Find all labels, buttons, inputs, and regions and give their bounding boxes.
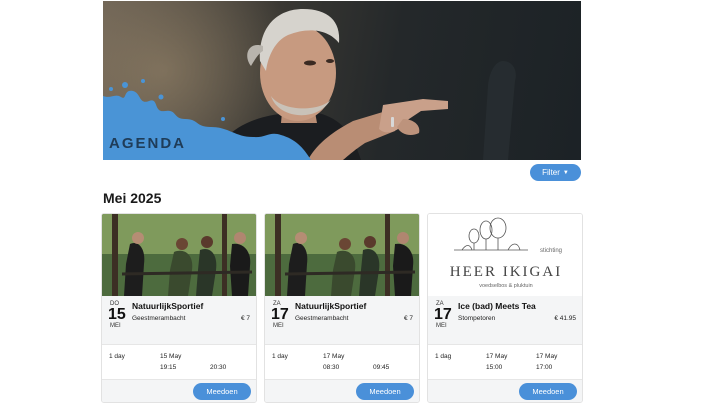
event-day: 15 bbox=[108, 306, 126, 323]
filter-button[interactable]: Filter ▼ bbox=[530, 164, 581, 181]
month-heading: Mei 2025 bbox=[103, 190, 162, 206]
event-title[interactable]: NatuurlijkSportief bbox=[295, 301, 366, 311]
event-end-time: 09:45 bbox=[373, 364, 390, 371]
event-photo bbox=[102, 214, 256, 296]
heer-ikigai-logo: stichting HEER IKIGAI voedselbos & plukt… bbox=[450, 217, 562, 289]
event-schedule: 1 day 15 May 19:15 20:30 bbox=[102, 344, 256, 379]
event-location: Stompetoren bbox=[458, 315, 496, 322]
event-month: MEI bbox=[436, 323, 447, 329]
event-start-time: 08:30 bbox=[323, 364, 340, 371]
event-month: MEI bbox=[110, 323, 121, 329]
event-price: € 7 bbox=[240, 315, 250, 322]
event-price: € 7 bbox=[403, 315, 413, 322]
event-footer: Meedoen bbox=[265, 379, 419, 402]
event-info: ZA 17 MEI NatuurlijkSportief Geestmeramb… bbox=[265, 296, 419, 344]
event-duration: 1 day bbox=[109, 353, 125, 360]
event-card[interactable]: stichting HEER IKIGAI voedselbos & plukt… bbox=[427, 213, 583, 403]
event-info: ZA 17 MEI Ice (bad) Meets Tea Stompetore… bbox=[428, 296, 582, 344]
event-footer: Meedoen bbox=[102, 379, 256, 402]
caret-down-icon: ▼ bbox=[562, 169, 569, 176]
page-title: AGENDA bbox=[109, 135, 187, 152]
filter-label: Filter bbox=[542, 168, 560, 177]
join-button[interactable]: Meedoen bbox=[193, 383, 251, 400]
event-title[interactable]: NatuurlijkSportief bbox=[132, 301, 203, 311]
event-info: DO 15 MEI NatuurlijkSportief Geestmeramb… bbox=[102, 296, 256, 344]
event-day: 17 bbox=[271, 306, 289, 323]
event-end-date: 17 May bbox=[536, 353, 558, 360]
join-button[interactable]: Meedoen bbox=[519, 383, 577, 400]
logo-tagline-text: voedselbos & pluktuin bbox=[479, 283, 533, 289]
event-duration: 1 day bbox=[272, 353, 288, 360]
event-duration: 1 dag bbox=[435, 353, 452, 360]
event-start-time: 19:15 bbox=[160, 364, 177, 371]
event-logo-image: stichting HEER IKIGAI voedselbos & plukt… bbox=[428, 214, 582, 296]
join-button[interactable]: Meedoen bbox=[356, 383, 414, 400]
event-schedule: 1 dag 17 May 17 May 15:00 17:00 bbox=[428, 344, 582, 379]
event-end-time: 17:00 bbox=[536, 364, 553, 371]
event-title[interactable]: Ice (bad) Meets Tea bbox=[458, 301, 536, 311]
event-footer: Meedoen bbox=[428, 379, 582, 402]
event-day: 17 bbox=[434, 306, 452, 323]
logo-stichting-text: stichting bbox=[540, 248, 562, 254]
event-start-time: 15:00 bbox=[486, 364, 503, 371]
event-start-date: 17 May bbox=[486, 353, 508, 360]
event-schedule: 1 day 17 May 08:30 09:45 bbox=[265, 344, 419, 379]
event-photo bbox=[265, 214, 419, 296]
event-location: Geestmerambacht bbox=[295, 315, 349, 322]
event-card[interactable]: DO 15 MEI NatuurlijkSportief Geestmeramb… bbox=[101, 213, 257, 403]
event-card[interactable]: ZA 17 MEI NatuurlijkSportief Geestmeramb… bbox=[264, 213, 420, 403]
event-price: € 41.95 bbox=[554, 315, 576, 322]
event-start-date: 15 May bbox=[160, 353, 182, 360]
event-month: MEI bbox=[273, 323, 284, 329]
event-end-time: 20:30 bbox=[210, 364, 227, 371]
logo-name-text: HEER IKIGAI bbox=[450, 264, 562, 280]
event-start-date: 17 May bbox=[323, 353, 345, 360]
event-location: Geestmerambacht bbox=[132, 315, 186, 322]
hero-banner: AGENDA bbox=[103, 1, 581, 160]
